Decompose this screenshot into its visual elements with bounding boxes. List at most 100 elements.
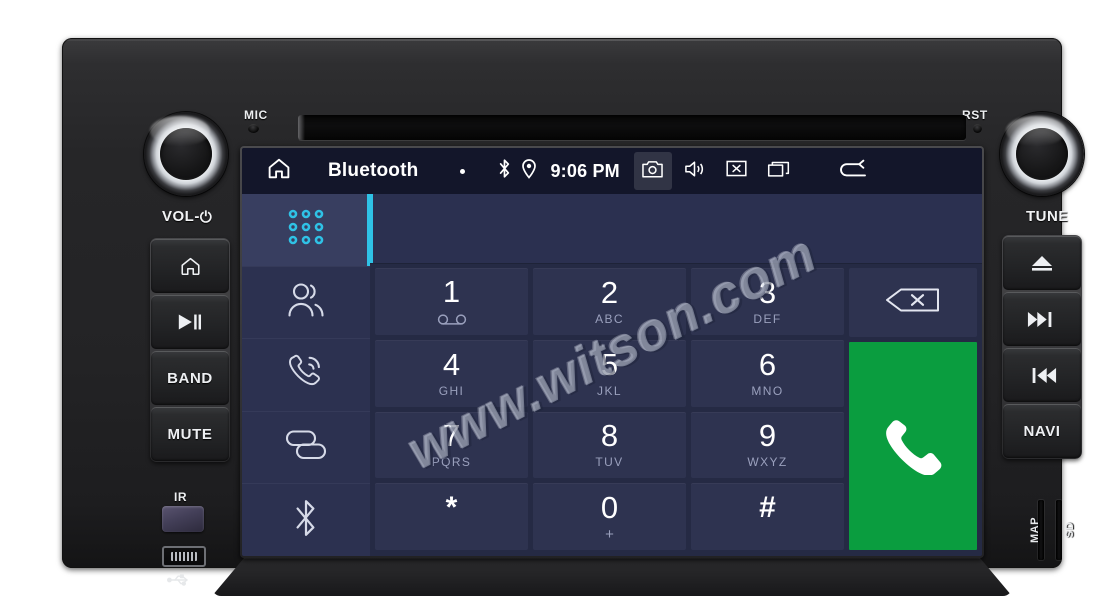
key-3-letters: DEF [753,311,782,326]
key-8-letters: TUV [595,455,624,470]
dialpad-keys: 1 2 ABC 3 DEF 4 GHI 5 JKL 6 MNO 7 PQRS 8… [375,268,844,550]
key-6-digit: 6 [758,346,777,382]
keypad-area: 1 2 ABC 3 DEF 4 GHI 5 JKL 6 MNO 7 PQRS 8… [370,264,982,556]
key-6[interactable]: 6 MNO [691,339,844,407]
call-button[interactable] [849,342,977,550]
sd-card-slot[interactable] [1056,500,1062,560]
volume-knob-label: VOL-⏻ [162,208,213,226]
previous-track-button[interactable] [1003,348,1081,402]
play-pause-button[interactable] [151,295,229,349]
dialer-sidebar [242,194,370,556]
tune-knob[interactable] [1000,112,1084,196]
sidebar-item-dialpad[interactable] [242,194,370,267]
navi-button[interactable]: NAVI [1003,404,1081,458]
contacts-person-icon [285,280,327,325]
usb-icon [166,572,194,593]
screen-body: 1 2 ABC 3 DEF 4 GHI 5 JKL 6 MNO 7 PQRS 8… [242,194,982,556]
sidebar-item-sync-link[interactable] [242,412,370,485]
bluetooth-icon [497,158,512,184]
volume-button[interactable] [676,152,714,190]
phone-signal-icon [285,351,327,398]
statusbar-action-group [633,152,798,190]
phone-number-display[interactable] [370,194,982,264]
statusbar-clock: 9:06 PM [550,160,620,181]
key-0-plus: + [605,526,614,544]
previous-track-icon [1027,367,1057,384]
next-track-button[interactable] [1003,292,1081,346]
sidebar-item-call-history[interactable] [242,339,370,412]
volume-power-knob[interactable] [144,112,228,196]
key-star-digit: * [445,490,458,524]
back-button[interactable] [820,158,882,185]
key-7[interactable]: 7 PQRS [375,411,528,479]
sidebar-item-contacts[interactable] [242,267,370,340]
sidebar-item-bluetooth[interactable] [242,484,370,556]
key-9[interactable]: 9 WXYZ [691,411,844,479]
mute-button[interactable]: MUTE [151,407,229,461]
key-4-digit: 4 [442,346,461,382]
close-box-icon [725,159,748,183]
mic-label: MIC [244,108,268,122]
key-3-digit: 3 [758,274,777,310]
status-bar: Bluetooth 9:06 PM [242,148,982,194]
usb-port[interactable] [162,546,206,567]
dialer-panel: 1 2 ABC 3 DEF 4 GHI 5 JKL 6 MNO 7 PQRS 8… [370,194,982,556]
home-icon [266,156,292,186]
close-button[interactable] [718,152,756,190]
tune-knob-label: TUNE [1026,208,1069,225]
key-4[interactable]: 4 GHI [375,339,528,407]
backspace-button[interactable] [849,268,977,338]
location-pin-icon [521,158,537,184]
left-button-column: BAND MUTE [150,238,230,462]
recent-apps-icon [767,159,791,184]
key-8-digit: 8 [600,418,619,454]
key-hash[interactable]: # [691,483,844,550]
screenshot-button[interactable] [633,152,672,190]
head-unit-chassis: VOL-⏻ TUNE MIC RST BAND MUTE NAVI IR MAP… [62,38,1084,596]
chassis-lower-lip [212,558,1012,596]
statusbar-home-button[interactable] [256,156,302,186]
key-2-digit: 2 [600,274,619,310]
key-1[interactable]: 1 [375,268,528,335]
key-5-digit: 5 [600,346,619,382]
key-4-letters: GHI [438,383,465,398]
usb-pins [171,552,197,561]
map-slot-label: MAP [1028,517,1041,543]
key-0-digit: 0 [600,490,619,526]
key-3[interactable]: 3 DEF [691,268,844,335]
ir-receiver-window [162,506,204,532]
band-button[interactable]: BAND [151,351,229,405]
disc-slot[interactable] [298,115,966,140]
ir-label: IR [174,490,188,504]
link-chain-icon [284,428,328,467]
dialpad-icon [285,206,327,253]
card-slot-group: MAP SD [1028,500,1076,568]
key-0[interactable]: 0 + [533,483,686,550]
statusbar-dot-indicator [460,168,466,174]
key-5-letters: JKL [597,383,622,398]
lcd-screen: Bluetooth 9:06 PM 1 2 ABC 3 DEF 4 GHI 5 … [242,148,982,556]
key-7-digit: 7 [442,418,461,454]
key-1-digit: 1 [442,273,461,309]
key-2-letters: ABC [595,311,624,326]
key-hash-digit: # [759,490,776,524]
mic-hole [248,124,259,133]
speaker-icon [683,159,706,184]
reset-pinhole-button[interactable] [973,124,982,133]
key-7-letters: PQRS [431,455,472,470]
key-2[interactable]: 2 ABC [533,268,686,335]
key-5[interactable]: 5 JKL [533,339,686,407]
eject-button[interactable] [1003,236,1081,290]
key-star[interactable]: * [375,483,528,550]
back-arrow-icon [834,158,868,185]
next-track-icon [1027,311,1057,328]
recent-apps-button[interactable] [760,152,798,190]
play-pause-icon [176,312,204,332]
eject-icon [1029,253,1055,273]
home-button[interactable] [151,239,229,293]
key-9-letters: WXYZ [747,455,788,470]
right-button-column: NAVI [1002,235,1082,459]
statusbar-indicator-group: 9:06 PM [497,158,620,184]
dialer-right-column [849,268,977,550]
key-8[interactable]: 8 TUV [533,411,686,479]
